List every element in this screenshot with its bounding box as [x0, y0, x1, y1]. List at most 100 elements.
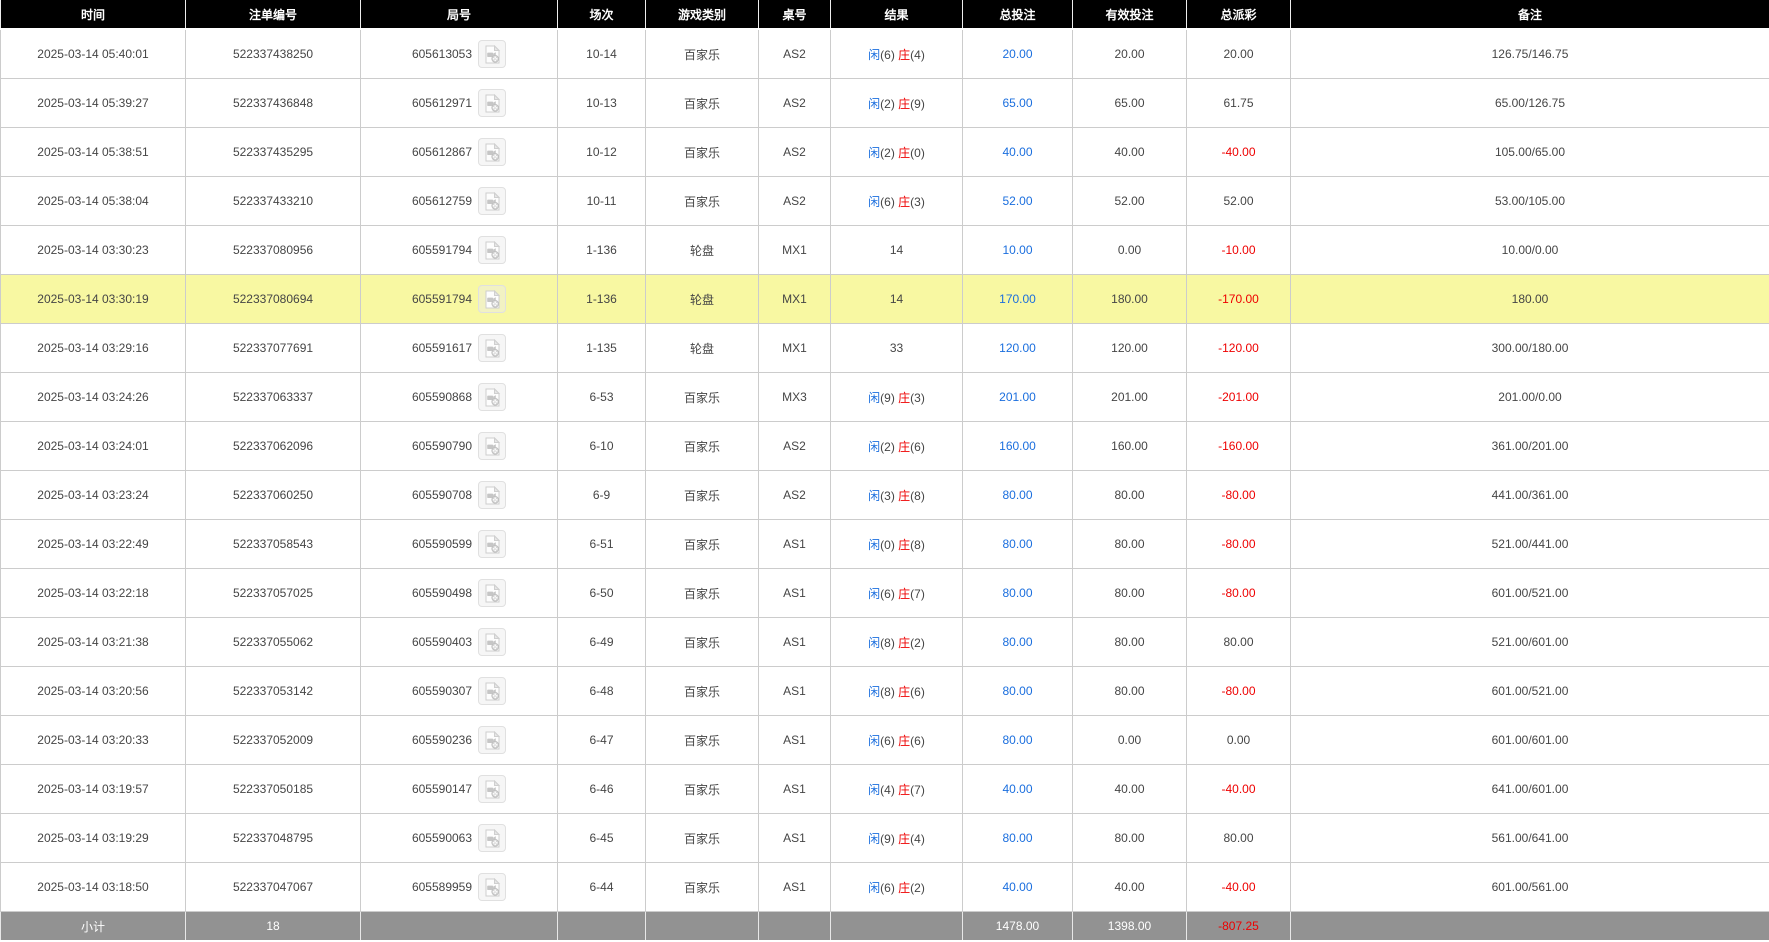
round-number: 605589959 [412, 880, 472, 894]
cell-total-bet: 20.00 [963, 29, 1073, 79]
cell-payout: -80.00 [1187, 569, 1291, 618]
video-replay-button[interactable] [478, 530, 506, 558]
cell-bet-id: 522337080694 [186, 275, 361, 324]
cell-valid-bet: 160.00 [1073, 422, 1187, 471]
cell-result: 闲(6) 庄(2) [831, 863, 963, 912]
round-number-with-replay: 605612867 [412, 138, 506, 166]
result-text: (6) [910, 440, 925, 454]
table-row[interactable]: 2025-03-14 03:18:50522337047067605589959… [1, 863, 1769, 912]
cell-remark: 361.00/201.00 [1291, 422, 1769, 471]
video-replay-button[interactable] [478, 677, 506, 705]
cell-session: 10-13 [558, 79, 646, 128]
video-replay-button[interactable] [478, 334, 506, 362]
cell-payout: 61.75 [1187, 79, 1291, 128]
round-number: 605590063 [412, 831, 472, 845]
round-number-with-replay: 605591794 [412, 236, 506, 264]
video-replay-button[interactable] [478, 89, 506, 117]
cell-round: 605590498 [361, 569, 558, 618]
result-text: (6) [880, 734, 898, 748]
table-row[interactable]: 2025-03-14 03:20:33522337052009605590236… [1, 716, 1769, 765]
cell-payout: -80.00 [1187, 667, 1291, 716]
table-row[interactable]: 2025-03-14 03:20:56522337053142605590307… [1, 667, 1769, 716]
cell-payout: 80.00 [1187, 618, 1291, 667]
cell-payout: -80.00 [1187, 471, 1291, 520]
result-text: (0) [910, 146, 925, 160]
table-row[interactable]: 2025-03-14 03:22:49522337058543605590599… [1, 520, 1769, 569]
video-replay-button[interactable] [478, 40, 506, 68]
table-row[interactable]: 2025-03-14 03:30:19522337080694605591794… [1, 275, 1769, 324]
table-row[interactable]: 2025-03-14 05:38:51522337435295605612867… [1, 128, 1769, 177]
cell-remark: 201.00/0.00 [1291, 373, 1769, 422]
video-replay-button[interactable] [478, 481, 506, 509]
cell-payout: -160.00 [1187, 422, 1291, 471]
cell-round: 605590708 [361, 471, 558, 520]
result-text: (4) [910, 48, 925, 62]
subtotal-row: 小计181478.001398.00-807.25 [1, 912, 1769, 941]
cell-table-no: AS2 [759, 422, 831, 471]
table-row[interactable]: 2025-03-14 03:21:38522337055062605590403… [1, 618, 1769, 667]
table-row[interactable]: 2025-03-14 03:30:23522337080956605591794… [1, 226, 1769, 275]
table-row[interactable]: 2025-03-14 05:38:04522337433210605612759… [1, 177, 1769, 226]
round-number: 605590599 [412, 537, 472, 551]
cell-round: 605612867 [361, 128, 558, 177]
cell-table-no: AS1 [759, 814, 831, 863]
round-number-with-replay: 605612971 [412, 89, 506, 117]
table-row[interactable]: 2025-03-14 05:39:27522337436848605612971… [1, 79, 1769, 128]
cell-total-bet: 170.00 [963, 275, 1073, 324]
round-number: 605590403 [412, 635, 472, 649]
cell-game-type: 轮盘 [646, 226, 759, 275]
video-replay-button[interactable] [478, 138, 506, 166]
round-number: 605591617 [412, 341, 472, 355]
result-text: (8) [880, 636, 898, 650]
cell-session: 6-49 [558, 618, 646, 667]
video-replay-button[interactable] [478, 432, 506, 460]
cell-game-type: 百家乐 [646, 422, 759, 471]
cell-result: 闲(2) 庄(9) [831, 79, 963, 128]
video-replay-button[interactable] [478, 236, 506, 264]
cell-session: 6-47 [558, 716, 646, 765]
video-replay-button[interactable] [478, 628, 506, 656]
cell-result: 闲(9) 庄(3) [831, 373, 963, 422]
result-player: 闲 [868, 440, 880, 454]
round-number: 605612971 [412, 96, 472, 110]
cell-payout: -201.00 [1187, 373, 1291, 422]
subtotal-bet-count: 18 [186, 912, 361, 941]
video-replay-button[interactable] [478, 873, 506, 901]
cell-bet-id: 522337080956 [186, 226, 361, 275]
video-replay-button[interactable] [478, 824, 506, 852]
round-number-with-replay: 605590498 [412, 579, 506, 607]
table-row[interactable]: 2025-03-14 03:24:01522337062096605590790… [1, 422, 1769, 471]
cell-valid-bet: 65.00 [1073, 79, 1187, 128]
subtotal-result [831, 912, 963, 941]
cell-time: 2025-03-14 03:23:24 [1, 471, 186, 520]
cell-round: 605589959 [361, 863, 558, 912]
video-replay-icon [484, 94, 501, 113]
video-replay-button[interactable] [478, 285, 506, 313]
video-replay-button[interactable] [478, 726, 506, 754]
cell-session: 6-48 [558, 667, 646, 716]
table-row[interactable]: 2025-03-14 03:22:18522337057025605590498… [1, 569, 1769, 618]
table-row[interactable]: 2025-03-14 03:29:16522337077691605591617… [1, 324, 1769, 373]
video-replay-button[interactable] [478, 579, 506, 607]
video-replay-button[interactable] [478, 775, 506, 803]
cell-result: 闲(8) 庄(2) [831, 618, 963, 667]
cell-total-bet: 80.00 [963, 471, 1073, 520]
video-replay-icon [484, 878, 501, 897]
table-row[interactable]: 2025-03-14 03:19:57522337050185605590147… [1, 765, 1769, 814]
video-replay-button[interactable] [478, 383, 506, 411]
table-row[interactable]: 2025-03-14 03:19:29522337048795605590063… [1, 814, 1769, 863]
cell-valid-bet: 80.00 [1073, 618, 1187, 667]
table-row[interactable]: 2025-03-14 05:40:01522337438250605613053… [1, 29, 1769, 79]
cell-game-type: 百家乐 [646, 373, 759, 422]
result-player: 闲 [868, 783, 880, 797]
round-number-with-replay: 605612759 [412, 187, 506, 215]
video-replay-button[interactable] [478, 187, 506, 215]
cell-valid-bet: 120.00 [1073, 324, 1187, 373]
subtotal-payout: -807.25 [1187, 912, 1291, 941]
table-row[interactable]: 2025-03-14 03:24:26522337063337605590868… [1, 373, 1769, 422]
cell-payout: -40.00 [1187, 863, 1291, 912]
table-row[interactable]: 2025-03-14 03:23:24522337060250605590708… [1, 471, 1769, 520]
result-player: 闲 [868, 636, 880, 650]
cell-time: 2025-03-14 03:24:26 [1, 373, 186, 422]
result-text: (6) [910, 734, 925, 748]
